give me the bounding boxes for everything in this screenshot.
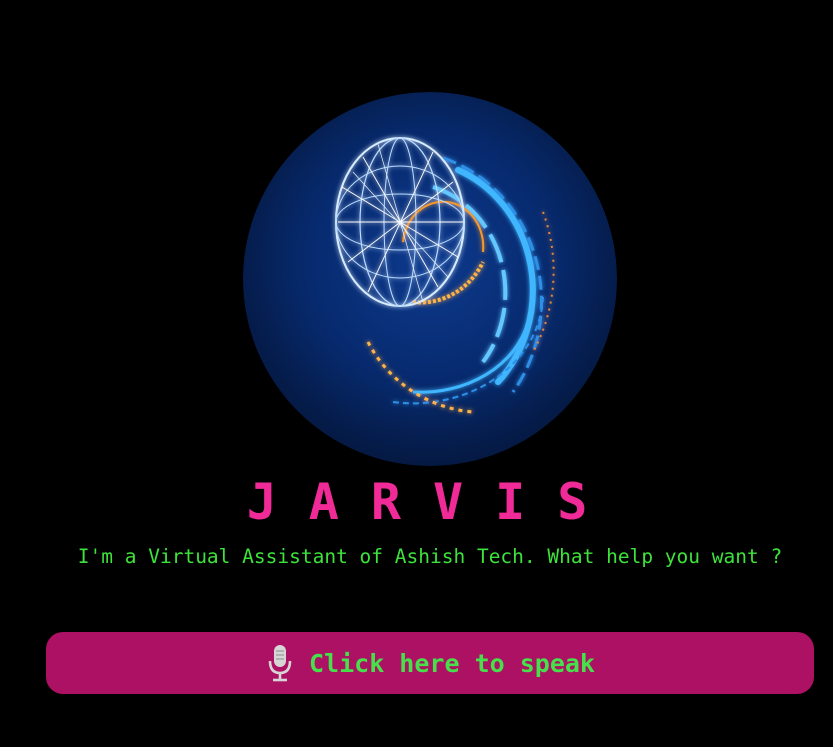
assistant-intro-text: I'm a Virtual Assistant of Ashish Tech. … — [77, 545, 783, 568]
speak-button[interactable]: Click here to speak — [46, 632, 814, 694]
jarvis-avatar — [243, 92, 617, 466]
microphone-icon — [265, 643, 295, 683]
page-title: JARVIS — [246, 473, 620, 531]
speak-button-label: Click here to speak — [309, 648, 595, 678]
